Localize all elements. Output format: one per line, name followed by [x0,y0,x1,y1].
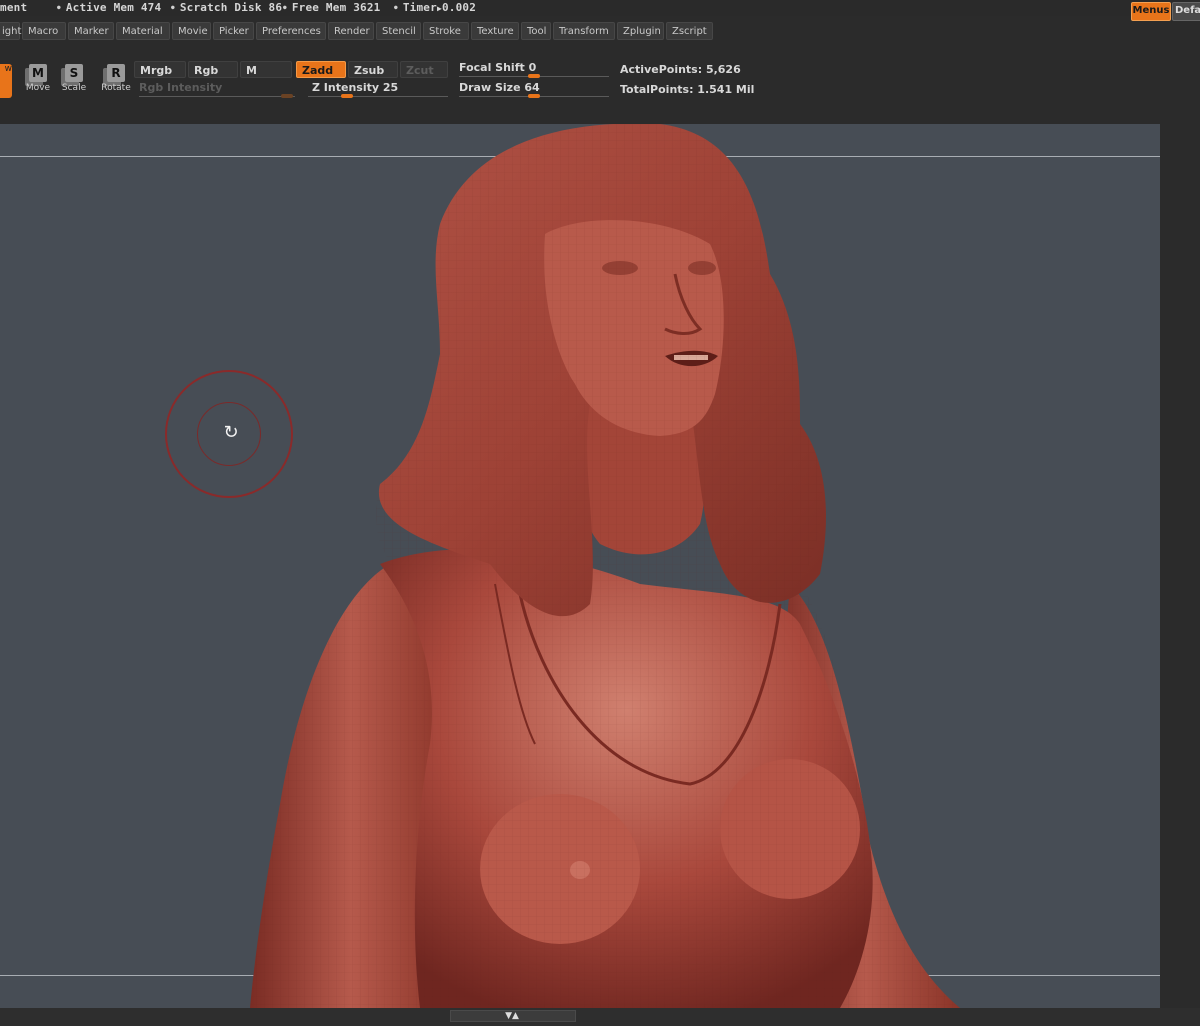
z-intensity-thumb[interactable] [341,94,353,98]
rotate-label: Rotate [101,83,131,93]
zsub-button[interactable]: Zsub [348,61,398,78]
sculpt-model [250,124,960,1008]
right-tray [1160,124,1200,1008]
z-intensity-slider[interactable] [308,96,448,97]
scale-label: Scale [61,83,87,93]
menu-texture[interactable]: Texture [471,22,519,40]
move-button[interactable]: M Move [22,64,54,93]
rgb-intensity-thumb[interactable] [281,94,293,98]
zadd-button[interactable]: Zadd [296,61,346,78]
rotate-cursor-icon: ↻ [223,422,239,443]
zcut-button[interactable]: Zcut [400,61,448,78]
menu-zscript[interactable]: Zscript [666,22,713,40]
menu-tool[interactable]: Tool [521,22,551,40]
menu-movie[interactable]: Movie [172,22,211,40]
menu-preferences[interactable]: Preferences [256,22,326,40]
draw-size-thumb[interactable] [528,94,540,98]
default-button[interactable]: Default [1172,2,1200,21]
rgb-button[interactable]: Rgb [188,61,238,78]
rotate-icon: R [107,64,125,82]
bottom-tray [0,1008,1200,1026]
menus-button[interactable]: Menus [1131,2,1171,21]
menu-marker[interactable]: Marker [68,22,114,40]
m-button[interactable]: M [240,61,292,78]
z-intensity-label: Z Intensity 25 [312,81,399,94]
active-points-readout: ActivePoints: 5,626 [620,63,741,76]
status-active-mem: Active Mem 474 [57,1,161,14]
status-scratch-disk: Scratch Disk 86 [171,1,282,14]
menu-bar: ight Macro Marker Material Movie Picker Prefer… [0,22,713,41]
expand-arrows-icon[interactable]: ▼▲ [500,1010,524,1022]
menu-ight[interactable]: ight [0,22,21,40]
draw-button[interactable]: w [0,64,12,98]
status-bar: ment Active Mem 474 Scratch Disk 86 Free… [0,0,1200,16]
rotate-button[interactable]: R Rotate [100,64,132,93]
total-points-readout: TotalPoints: 1.541 Mil [620,83,755,96]
menu-macro[interactable]: Macro [22,22,66,40]
status-timer: Timer▶0.002 [394,1,476,14]
mrgb-button[interactable]: Mrgb [134,61,186,78]
menu-stencil[interactable]: Stencil [376,22,421,40]
focal-shift-label: Focal Shift 0 [459,61,537,74]
rgb-intensity-slider[interactable] [139,96,295,97]
focal-shift-thumb[interactable] [528,74,540,78]
status-title: ment [0,1,28,14]
draw-size-label: Draw Size 64 [459,81,540,94]
scale-icon: S [65,64,83,82]
scale-button[interactable]: S Scale [58,64,90,93]
menu-material[interactable]: Material [116,22,170,40]
menu-transform[interactable]: Transform [553,22,615,40]
menu-zplugin[interactable]: Zplugin [617,22,664,40]
move-label: Move [25,83,51,93]
status-free-mem: Free Mem 3621 [283,1,381,14]
rgb-intensity-label: Rgb Intensity [139,81,223,94]
canvas-viewport[interactable]: ↻ [0,124,1160,1008]
menu-render[interactable]: Render [328,22,374,40]
move-icon: M [29,64,47,82]
menu-stroke[interactable]: Stroke [423,22,469,40]
menu-picker[interactable]: Picker [213,22,254,40]
